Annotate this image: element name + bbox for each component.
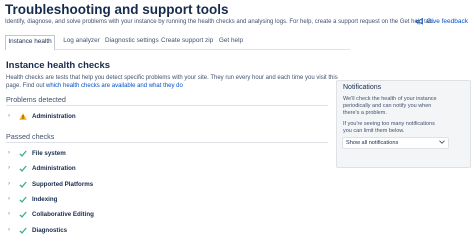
passed-row-diagnostics[interactable]: › Diagnostics [8, 224, 326, 236]
check-label: Administration [32, 164, 76, 172]
notifications-text: you can limit them below. [343, 128, 405, 134]
health-checks-info-link[interactable]: which health checks are available and wh… [46, 83, 183, 89]
chevron-right-icon: › [8, 165, 10, 171]
check-label: Collaborative Editing [32, 210, 94, 218]
warning-icon [18, 112, 28, 120]
chevron-right-icon: › [8, 181, 10, 187]
problem-row[interactable]: › Administration [8, 110, 326, 122]
page-title: Troubleshooting and support tools [5, 2, 229, 17]
passed-row-indexing[interactable]: › Indexing [8, 193, 326, 205]
divider [6, 105, 328, 106]
notifications-text: We'll check the health of your instance [343, 96, 437, 102]
intro-text: Health checks are tests that help you de… [6, 75, 338, 81]
intro-text-line2: page. Find out which health checks are a… [6, 83, 183, 89]
notifications-title: Notifications [343, 84, 382, 91]
passed-row-supported-platforms[interactable]: › Supported Platforms [8, 178, 326, 190]
tab-bar: Instance health Log analyzer Diagnostic … [5, 35, 350, 51]
notifications-text: periodically and can notify you when [343, 103, 432, 109]
notification-level-value: Show all notifications [346, 140, 399, 146]
section-title: Instance health checks [6, 60, 111, 71]
problems-heading: Problems detected [6, 95, 66, 104]
chevron-down-icon [439, 140, 445, 146]
tab-log-analyzer[interactable]: Log analyzer [63, 35, 100, 48]
divider [6, 142, 328, 143]
check-label: Administration [32, 112, 76, 120]
intro-prefix: page. Find out [6, 83, 47, 89]
passed-row-collaborative-editing[interactable]: › Collaborative Editing [8, 208, 326, 220]
tab-instance-health[interactable]: Instance health [5, 35, 55, 51]
tab-get-help[interactable]: Get help [218, 35, 244, 48]
check-icon [18, 165, 28, 172]
check-label: Indexing [32, 195, 58, 203]
chevron-right-icon: › [8, 227, 10, 233]
check-label: Supported Platforms [32, 180, 94, 188]
chevron-right-icon: › [8, 196, 10, 202]
chevron-right-icon: › [8, 150, 10, 156]
check-label: Diagnostics [32, 226, 68, 234]
tab-create-support-zip[interactable]: Create support zip [161, 35, 213, 48]
chevron-right-icon: › [8, 113, 10, 119]
notifications-panel: Notifications We'll check the health of … [336, 80, 471, 168]
check-icon [18, 227, 28, 234]
page-subtitle: Identify, diagnose, and solve problems w… [5, 19, 435, 25]
check-icon [18, 211, 28, 218]
notification-level-select[interactable]: Show all notifications [342, 137, 449, 149]
passed-row-administration[interactable]: › Administration [8, 162, 326, 174]
passed-heading: Passed checks [6, 132, 55, 141]
check-icon [18, 150, 28, 157]
chevron-right-icon: › [8, 211, 10, 217]
check-icon [18, 196, 28, 203]
notifications-text: If you're seeing too many notifications [343, 121, 435, 127]
passed-row-file-system[interactable]: › File system [8, 147, 326, 159]
check-label: File system [32, 149, 66, 157]
notifications-text: there's a problem. [343, 110, 387, 116]
tab-diagnostic-settings[interactable]: Diagnostic settings [105, 35, 159, 48]
check-icon [18, 181, 28, 188]
